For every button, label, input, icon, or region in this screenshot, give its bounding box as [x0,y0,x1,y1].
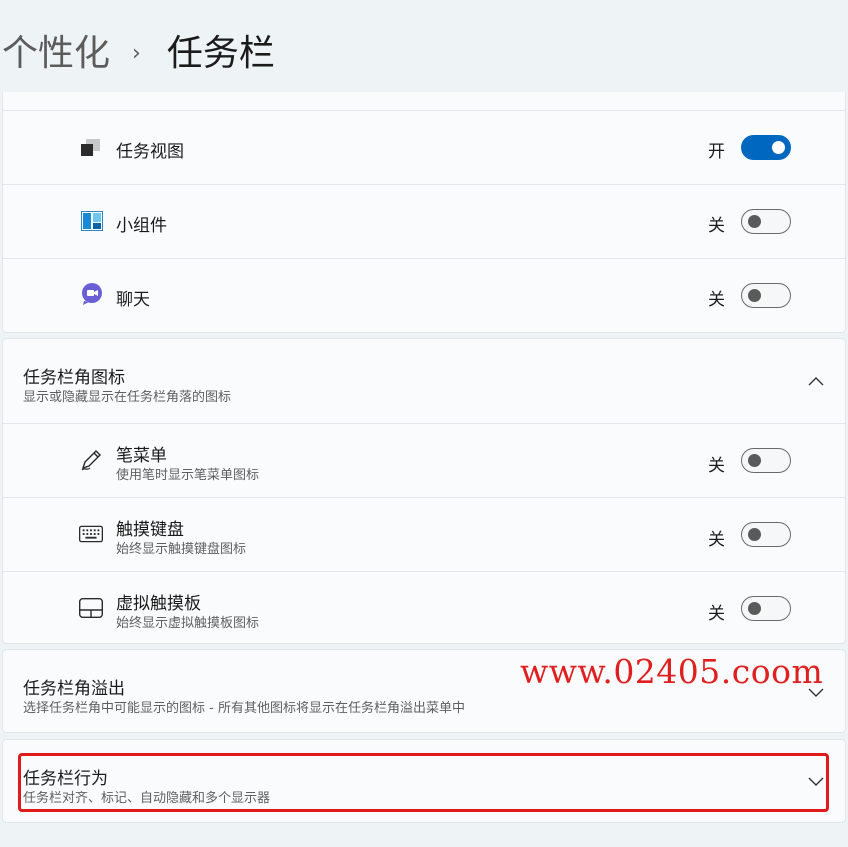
virtual-touchpad-subtitle: 始终显示虚拟触摸板图标 [116,616,260,631]
virtual-touchpad-toggle[interactable] [741,596,791,621]
chat-label: 聊天 [116,290,150,310]
widgets-toggle[interactable] [741,209,791,234]
watermark: www.02405.coom [520,652,824,691]
toggle-knob [748,454,761,467]
taskbar-item-task-view: 任务视图 开 [3,111,845,184]
toggle-knob [748,215,761,228]
chat-toggle[interactable] [741,283,791,308]
pen-menu-state: 关 [708,456,725,476]
pen-menu-label: 笔菜单 [116,446,167,466]
toggle-knob [748,289,761,302]
virtual-touchpad-state: 关 [708,604,725,624]
red-highlight-box [18,753,829,812]
corner-overflow-title: 任务栏角溢出 [23,679,125,699]
breadcrumb-parent[interactable]: 个性化 [2,30,110,78]
breadcrumb-separator-icon: › [132,41,141,66]
widgets-icon [80,209,104,233]
task-view-icon [79,136,103,160]
widgets-state: 关 [708,216,725,236]
breadcrumb: 个性化 › 任务栏 [2,30,275,78]
corner-overflow-subtitle: 选择任务栏角中可能显示的图标 - 所有其他图标将显示在任务栏角溢出菜单中 [23,701,465,716]
toggle-knob [772,141,785,154]
corner-item-pen-menu: 笔菜单 使用笔时显示笔菜单图标 关 [3,424,845,497]
toggle-knob [748,528,761,541]
corner-icons-title: 任务栏角图标 [23,368,125,388]
keyboard-icon [79,522,103,546]
touch-keyboard-state: 关 [708,530,725,550]
task-view-toggle[interactable] [741,135,791,160]
pen-icon [79,448,103,472]
corner-icons-subtitle: 显示或隐藏显示在任务栏角落的图标 [23,390,232,405]
task-view-state: 开 [708,142,725,162]
toggle-knob [748,602,761,615]
corner-icons-card: 任务栏角图标 显示或隐藏显示在任务栏角落的图标 笔菜单 使用笔时显示笔菜单图标 … [2,338,846,644]
corner-item-virtual-touchpad: 虚拟触摸板 始终显示虚拟触摸板图标 关 [3,572,845,645]
corner-icons-header[interactable]: 任务栏角图标 显示或隐藏显示在任务栏角落的图标 [3,339,845,423]
pen-menu-toggle[interactable] [741,448,791,473]
virtual-touchpad-label: 虚拟触摸板 [116,594,201,614]
taskbar-item-widgets: 小组件 关 [3,185,845,258]
touch-keyboard-label: 触摸键盘 [116,520,184,540]
corner-item-touch-keyboard: 触摸键盘 始终显示触摸键盘图标 关 [3,498,845,571]
taskbar-item-chat: 聊天 关 [3,259,845,332]
touch-keyboard-subtitle: 始终显示触摸键盘图标 [116,542,247,557]
pen-menu-subtitle: 使用笔时显示笔菜单图标 [116,468,260,483]
task-view-label: 任务视图 [116,142,184,162]
taskbar-items-card: 任务视图 开 小组件 关 聊天 关 [2,92,846,333]
touch-keyboard-toggle[interactable] [741,522,791,547]
widgets-label: 小组件 [116,216,167,236]
touchpad-icon [79,596,103,620]
chevron-up-icon[interactable] [808,376,824,386]
page-title: 任务栏 [166,33,275,74]
chat-icon [80,282,104,306]
page-header: 个性化 › 任务栏 [0,0,848,92]
chat-state: 关 [708,290,725,310]
